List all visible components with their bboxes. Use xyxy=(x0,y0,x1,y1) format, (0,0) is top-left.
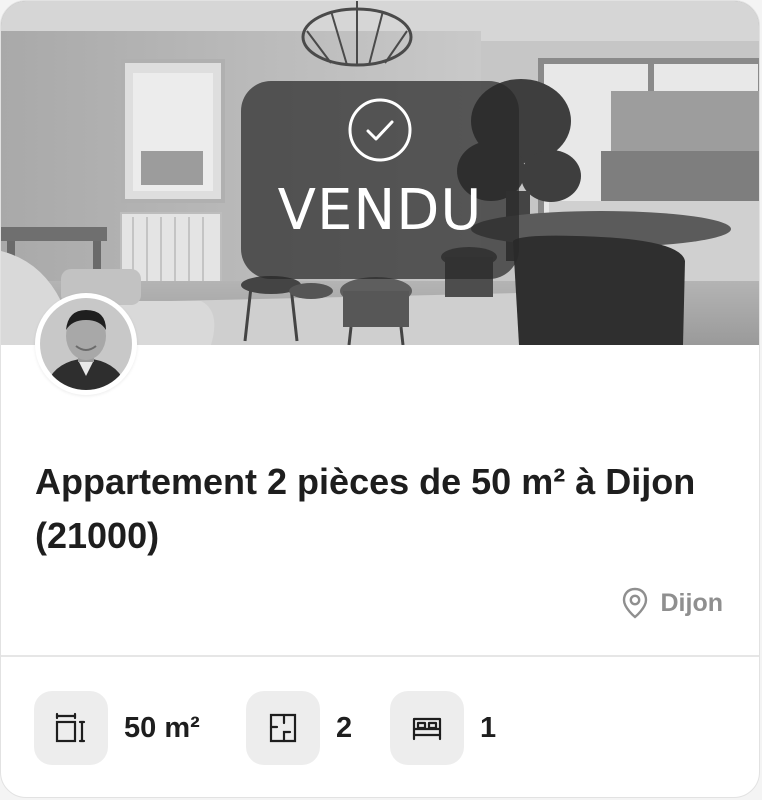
surface-value: 50 m² xyxy=(124,711,200,744)
sold-label: VENDU xyxy=(277,178,483,243)
floorplan-icon xyxy=(269,713,297,743)
feature-surface: 50 m² xyxy=(34,691,200,765)
agent-photo xyxy=(40,298,132,390)
check-circle-icon xyxy=(348,98,412,162)
bedrooms-icon-box xyxy=(390,691,464,765)
feature-rooms: 2 xyxy=(246,691,352,765)
rooms-value: 2 xyxy=(336,711,353,744)
property-photo[interactable]: VENDU xyxy=(1,1,759,345)
surface-icon xyxy=(55,712,86,743)
location-label: Dijon xyxy=(660,588,724,617)
feature-bedrooms: 1 xyxy=(390,691,496,765)
bedrooms-value: 1 xyxy=(480,711,497,744)
bed-icon xyxy=(412,717,442,741)
listing-location: Dijon xyxy=(621,587,724,619)
divider xyxy=(1,655,759,657)
sold-badge: VENDU xyxy=(241,81,519,279)
agent-avatar[interactable] xyxy=(35,293,137,395)
listing-title[interactable]: Appartement 2 pièces de 50 m² à Dijon (2… xyxy=(35,455,725,563)
surface-icon-box xyxy=(34,691,108,765)
rooms-icon-box xyxy=(246,691,320,765)
property-card[interactable]: VENDU Appartement 2 pièces de 50 m² à Di… xyxy=(0,0,760,798)
map-pin-icon xyxy=(622,587,647,619)
